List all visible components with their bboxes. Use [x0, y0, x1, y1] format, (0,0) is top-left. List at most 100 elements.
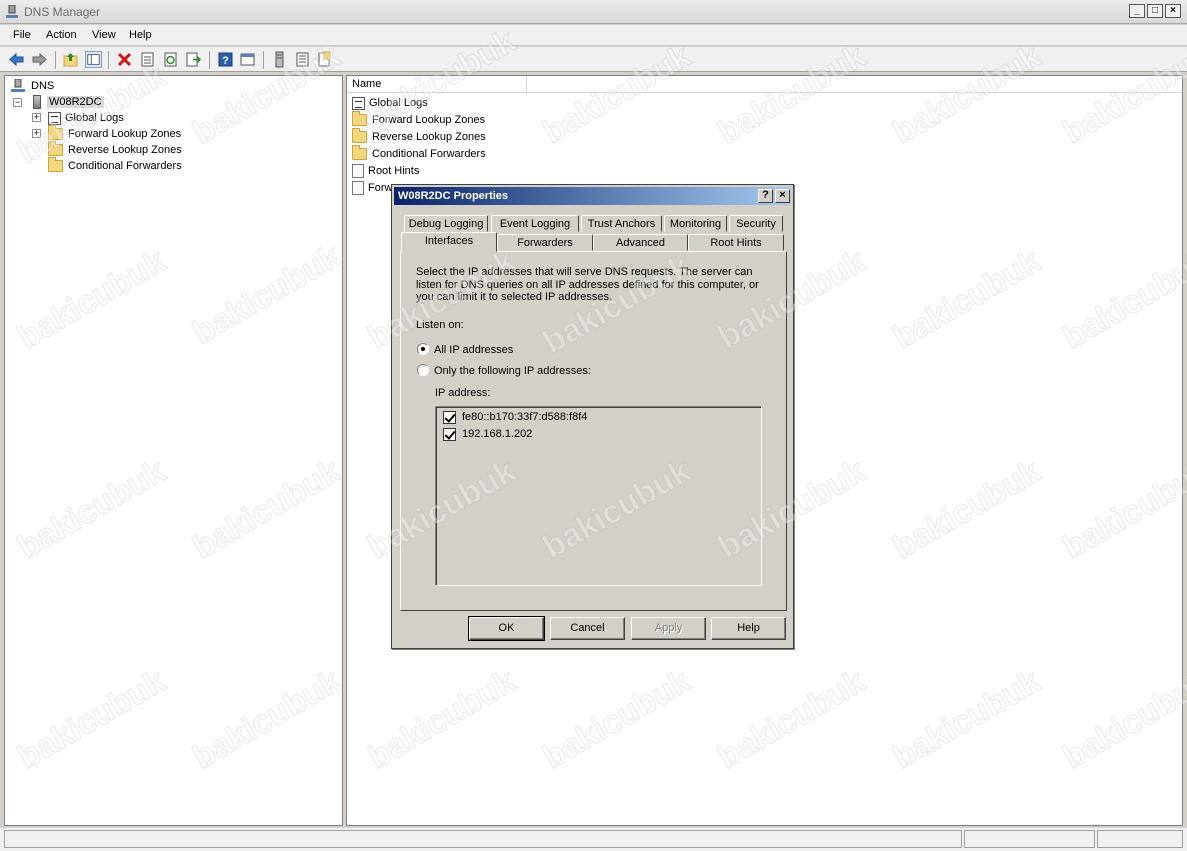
properties-icon[interactable] — [139, 51, 156, 68]
root-hints-icon — [352, 164, 364, 178]
toolbar: ? — [0, 47, 1187, 72]
close-button[interactable]: × — [1165, 4, 1181, 18]
up-folder-icon[interactable] — [62, 51, 79, 68]
menu-action[interactable]: Action — [46, 29, 77, 41]
tree-item-label: Reverse Lookup Zones — [68, 144, 182, 156]
help-icon[interactable]: ? — [217, 51, 234, 68]
properties-dialog: W08R2DC Properties ? × Debug Logging Eve… — [391, 184, 794, 649]
back-arrow-icon[interactable] — [8, 51, 25, 68]
expand-toggle[interactable]: + — [32, 113, 41, 122]
ip-address-value: fe80::b170:33f7:d588:f8f4 — [462, 411, 588, 423]
list-item[interactable]: 192.168.1.202 — [443, 426, 532, 442]
list-item[interactable]: Global Logs — [352, 95, 428, 111]
interfaces-tab-panel: Select the IP addresses that will serve … — [400, 251, 787, 611]
tree-item-conditional-forwarders[interactable]: Conditional Forwarders — [48, 157, 182, 174]
status-bar — [0, 828, 1187, 851]
show-action-pane-icon[interactable] — [239, 51, 256, 68]
tree-item-reverse-lookup-zones[interactable]: Reverse Lookup Zones — [48, 141, 182, 158]
menu-view[interactable]: View — [92, 29, 116, 41]
list-item-label: Root Hints — [368, 165, 420, 177]
show-hide-tree-icon[interactable] — [85, 51, 102, 68]
tree-item-label: Forward Lookup Zones — [68, 128, 182, 140]
list-item[interactable]: Reverse Lookup Zones — [352, 128, 486, 145]
apply-button[interactable]: Apply — [631, 617, 706, 640]
server-icon — [33, 95, 41, 109]
tree-item-label: Global Logs — [65, 112, 124, 124]
column-header-row: Name — [347, 76, 1182, 93]
svg-text:?: ? — [222, 55, 229, 67]
tab-interfaces[interactable]: Interfaces — [401, 232, 497, 252]
tab-forwarders[interactable]: Forwarders — [497, 234, 593, 251]
tab-event-logging[interactable]: Event Logging — [491, 215, 579, 232]
tab-trust-anchors[interactable]: Trust Anchors — [581, 215, 662, 232]
folder-icon — [352, 145, 367, 160]
dns-manager-icon — [6, 5, 18, 18]
tree-item-label: W08R2DC — [47, 96, 104, 108]
list-item[interactable]: Forward Lookup Zones — [352, 111, 486, 128]
tab-root-hints[interactable]: Root Hints — [688, 234, 784, 251]
radio-all-ip-addresses[interactable] — [417, 343, 429, 355]
list-item-label: Conditional Forwarders — [372, 148, 486, 160]
list-item[interactable]: fe80::b170:33f7:d588:f8f4 — [443, 409, 587, 425]
refresh-icon[interactable] — [162, 51, 179, 68]
list-item[interactable]: Conditional Forwarders — [352, 145, 486, 162]
dialog-close-button[interactable]: × — [775, 189, 790, 203]
tree-item-global-logs[interactable]: Global Logs — [48, 110, 124, 126]
dialog-title-bar[interactable]: W08R2DC Properties ? × — [394, 187, 791, 205]
expand-toggle[interactable]: + — [32, 129, 41, 138]
ip-address-value: 192.168.1.202 — [462, 428, 533, 440]
window-title-bar[interactable]: DNS Manager _ □ × — [0, 0, 1187, 24]
collapse-toggle[interactable]: − — [13, 98, 22, 107]
tree-item-label: Conditional Forwarders — [68, 160, 182, 172]
ip-checkbox[interactable] — [443, 410, 456, 424]
cancel-button[interactable]: Cancel — [550, 617, 625, 640]
tab-monitoring[interactable]: Monitoring — [664, 215, 727, 232]
tree-item-forward-lookup-zones[interactable]: Forward Lookup Zones — [48, 125, 182, 142]
menu-help[interactable]: Help — [129, 29, 152, 41]
new-document-icon[interactable] — [316, 51, 333, 68]
dialog-help-button[interactable]: ? — [758, 189, 773, 203]
list-item-label: Forward Lookup Zones — [372, 114, 486, 126]
ip-address-label: IP address: — [435, 387, 491, 399]
dialog-title: W08R2DC Properties — [398, 190, 509, 202]
logs-icon — [48, 111, 61, 125]
radio-only-following[interactable] — [417, 364, 429, 376]
list-item[interactable]: Forw — [352, 180, 392, 196]
folder-icon — [48, 125, 63, 140]
tree-item-server[interactable]: W08R2DC — [33, 94, 104, 110]
radio-only-label[interactable]: Only the following IP addresses: — [434, 365, 591, 377]
status-cell — [4, 830, 962, 848]
tree-item-dns[interactable]: DNS — [11, 78, 54, 94]
logs-icon — [352, 96, 365, 110]
ok-button[interactable]: OK — [468, 616, 545, 641]
radio-all-label[interactable]: All IP addresses — [434, 344, 513, 356]
dns-icon — [11, 79, 25, 92]
status-cell — [1097, 830, 1183, 848]
help-button[interactable]: Help — [711, 617, 786, 640]
list-item[interactable]: Root Hints — [352, 163, 419, 179]
tree-item-label: DNS — [31, 80, 55, 92]
list-item-label: Reverse Lookup Zones — [372, 131, 486, 143]
folder-icon — [352, 128, 367, 143]
export-list-icon[interactable] — [185, 51, 202, 68]
list-item-label: Forw — [368, 182, 393, 194]
menu-file[interactable]: File — [13, 29, 31, 41]
forwarders-icon — [352, 181, 364, 195]
ip-checkbox[interactable] — [443, 427, 456, 441]
maximize-button[interactable]: □ — [1147, 4, 1163, 18]
folder-icon — [48, 157, 63, 172]
forward-arrow-icon[interactable] — [31, 51, 48, 68]
server-icon[interactable] — [271, 51, 288, 68]
tab-security[interactable]: Security — [729, 215, 783, 232]
menu-bar: File Action View Help — [0, 25, 1187, 46]
minimize-button[interactable]: _ — [1129, 4, 1145, 18]
list-icon[interactable] — [294, 51, 311, 68]
tree-pane[interactable]: DNS − W08R2DC + Global Logs + Forward Lo… — [4, 75, 343, 826]
tab-debug-logging[interactable]: Debug Logging — [404, 215, 488, 232]
column-header-name[interactable]: Name — [347, 76, 527, 93]
delete-icon[interactable] — [116, 51, 133, 68]
tab-advanced[interactable]: Advanced — [593, 234, 688, 251]
list-item-label: Global Logs — [369, 97, 428, 109]
ip-address-list[interactable]: fe80::b170:33f7:d588:f8f4 192.168.1.202 — [435, 406, 762, 586]
window-title: DNS Manager — [24, 5, 101, 19]
